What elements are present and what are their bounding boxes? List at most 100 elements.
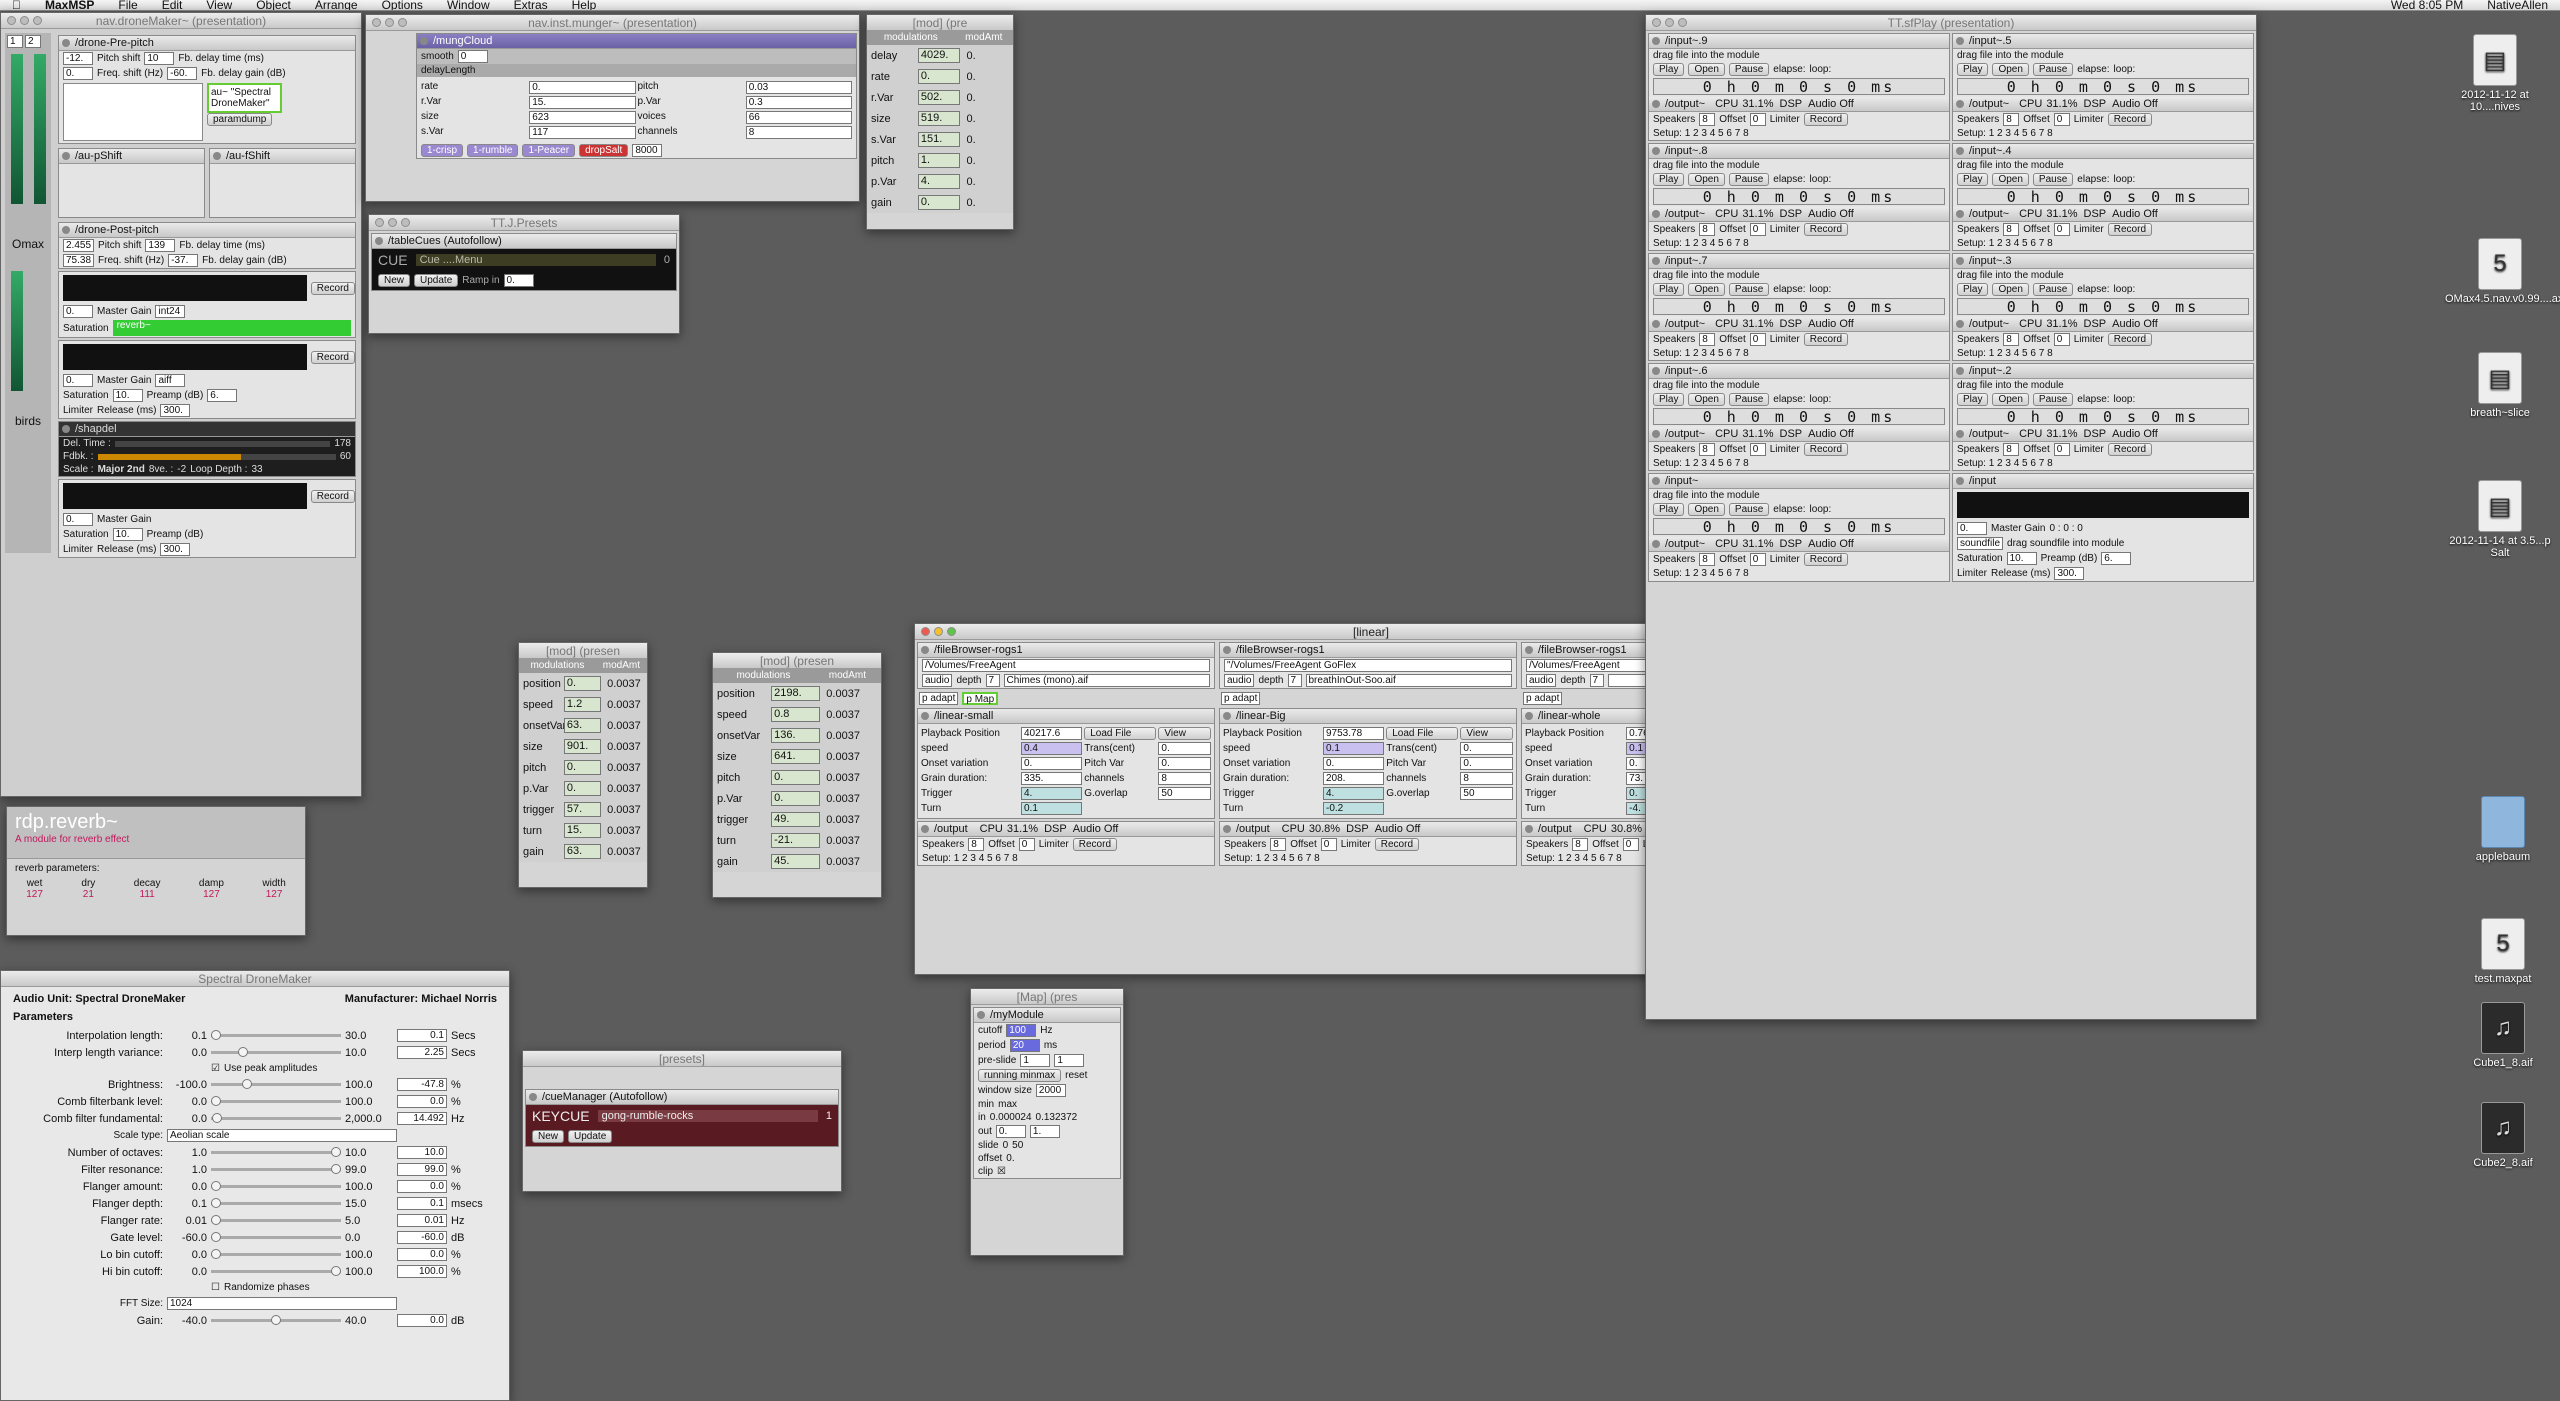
p-map-object[interactable]: p Map bbox=[962, 692, 999, 705]
fb-delay-input[interactable]: 139 bbox=[145, 239, 176, 252]
dsp-button[interactable]: DSP bbox=[1780, 538, 1803, 550]
speakers-input[interactable]: 8 bbox=[968, 838, 985, 851]
use-peak-checkbox[interactable]: ☑ bbox=[211, 1063, 220, 1074]
modulation-value[interactable]: 4. bbox=[917, 174, 961, 189]
modulation-value[interactable]: 0. bbox=[563, 760, 602, 775]
record-button[interactable]: Record bbox=[1374, 838, 1420, 851]
module-header[interactable]: /input~.8 bbox=[1649, 144, 1949, 159]
param-value[interactable]: -47.8 bbox=[397, 1078, 447, 1091]
pause-button[interactable]: Pause bbox=[1728, 283, 1770, 296]
offset-input[interactable]: 0 bbox=[1749, 553, 1766, 566]
module-header[interactable]: /au-fShift bbox=[210, 149, 355, 164]
modulation-value[interactable]: 15. bbox=[563, 823, 602, 838]
module-header[interactable]: /myModule bbox=[974, 1008, 1120, 1023]
play-button[interactable]: Play bbox=[1653, 503, 1685, 516]
module-header[interactable]: /mungCloud bbox=[417, 34, 856, 49]
zoom-window-button[interactable] bbox=[398, 18, 407, 27]
open-button[interactable]: Open bbox=[1992, 63, 2029, 76]
reverb-module[interactable]: reverb~ bbox=[112, 320, 351, 336]
width-dial[interactable]: width 127 bbox=[262, 878, 285, 900]
paramdump-button[interactable]: paramdump bbox=[207, 113, 273, 126]
offset-input[interactable]: 0 bbox=[1018, 838, 1035, 851]
record-button[interactable]: Record bbox=[310, 489, 355, 503]
channels-input[interactable]: 8 bbox=[1460, 772, 1513, 785]
out-min-input[interactable]: 0. bbox=[995, 1125, 1026, 1138]
preamp-input[interactable]: 6. bbox=[2101, 552, 2132, 565]
param-slider[interactable] bbox=[211, 1198, 341, 1208]
format-select[interactable]: aiff bbox=[155, 374, 186, 387]
dsp-button[interactable]: DSP bbox=[1780, 318, 1803, 330]
speakers-input[interactable]: 8 bbox=[2003, 443, 2020, 456]
modulation-amount[interactable]: 0.0037 bbox=[601, 720, 647, 732]
autofollow-toggle[interactable]: (Autofollow) bbox=[444, 235, 502, 247]
saturation-input[interactable]: 10. bbox=[2006, 552, 2037, 565]
output-header[interactable]: /output~ CPU 31.1% DSP Audio Off bbox=[1649, 427, 1949, 442]
gain-input[interactable]: 0. bbox=[63, 513, 93, 526]
dsp-button[interactable]: DSP bbox=[2084, 208, 2107, 220]
param-slider[interactable] bbox=[211, 1113, 341, 1123]
param-value[interactable]: 0.1 bbox=[397, 1197, 447, 1210]
offset-input[interactable]: 0 bbox=[1320, 838, 1337, 851]
view-button[interactable]: View bbox=[1158, 727, 1211, 740]
slider-thumb[interactable] bbox=[331, 1266, 341, 1276]
pitch-var-input[interactable]: 0. bbox=[1158, 757, 1211, 770]
rvar-input[interactable]: 15. bbox=[529, 96, 636, 109]
pause-button[interactable]: Pause bbox=[1728, 173, 1770, 186]
modulation-amount[interactable]: 0. bbox=[960, 134, 1013, 146]
pitch-input[interactable]: 0.03 bbox=[745, 81, 852, 94]
fb-gain-input[interactable]: -60. bbox=[167, 67, 198, 80]
minimize-window-button[interactable] bbox=[1665, 18, 1674, 27]
pause-button[interactable]: Pause bbox=[1728, 63, 1770, 76]
audio-off-button[interactable]: Audio Off bbox=[2112, 208, 2158, 220]
modulation-amount[interactable]: 0.0037 bbox=[820, 709, 881, 721]
close-window-button[interactable] bbox=[372, 18, 381, 27]
module-header[interactable]: /linear-Big bbox=[1220, 709, 1516, 724]
modulation-value[interactable]: 151. bbox=[917, 132, 961, 147]
load-file-button[interactable]: Load File bbox=[1084, 727, 1157, 740]
param-value[interactable]: 100.0 bbox=[397, 1265, 447, 1278]
setup-channels[interactable]: Setup: 1 2 3 4 5 6 7 8 bbox=[1953, 347, 2253, 360]
freq-shift-input[interactable]: 0. bbox=[63, 67, 93, 80]
param-value[interactable]: -60.0 bbox=[397, 1231, 447, 1244]
close-window-button[interactable] bbox=[375, 218, 384, 227]
saturation-input[interactable]: 10. bbox=[112, 389, 143, 402]
window-titlebar[interactable]: nav.inst.munger~ (presentation) bbox=[366, 15, 859, 31]
play-button[interactable]: Play bbox=[1957, 173, 1989, 186]
smooth-input[interactable]: 0 bbox=[457, 50, 488, 63]
menu-app-name[interactable]: MaxMSP bbox=[33, 0, 106, 10]
window-titlebar[interactable]: [mod] (pre bbox=[867, 15, 1013, 31]
p-adapt-object[interactable]: p adapt bbox=[919, 692, 959, 705]
setup-channels[interactable]: Setup: 1 2 3 4 5 6 7 8 bbox=[918, 852, 1214, 865]
speakers-input[interactable]: 8 bbox=[2003, 113, 2020, 126]
format-select[interactable]: int24 bbox=[155, 305, 186, 318]
trigger-input[interactable]: 4. bbox=[1021, 787, 1083, 800]
ramp-input[interactable]: 0. bbox=[503, 274, 534, 287]
param-slider[interactable] bbox=[211, 1215, 341, 1225]
param-value[interactable]: 0.01 bbox=[397, 1214, 447, 1227]
pitch-shift-input[interactable]: -12. bbox=[63, 52, 93, 65]
menu-object[interactable]: Object bbox=[244, 0, 303, 10]
trans-input[interactable]: 0. bbox=[1460, 742, 1513, 755]
modulation-value[interactable]: 45. bbox=[771, 854, 821, 869]
dsp-button[interactable]: DSP bbox=[1044, 823, 1067, 835]
output-header[interactable]: /output~ CPU 31.1% DSP Audio Off bbox=[1953, 427, 2253, 442]
param-slider[interactable] bbox=[211, 1164, 341, 1174]
module-header[interactable]: /input~.9 bbox=[1649, 34, 1949, 49]
modulation-amount[interactable]: 0.0037 bbox=[820, 856, 881, 868]
modulation-amount[interactable]: 0. bbox=[960, 71, 1013, 83]
audio-off-button[interactable]: Audio Off bbox=[1808, 318, 1854, 330]
setup-channels[interactable]: Setup: 1 2 3 4 5 6 7 8 bbox=[1649, 347, 1949, 360]
del-time-slider[interactable] bbox=[114, 440, 331, 447]
desktop-icon[interactable]: 5 test.maxpat bbox=[2448, 918, 2558, 985]
preslide-b-input[interactable]: 1 bbox=[1054, 1054, 1085, 1067]
audio-off-button[interactable]: Audio Off bbox=[2112, 98, 2158, 110]
menu-extras[interactable]: Extras bbox=[502, 0, 560, 10]
param-value[interactable]: 99.0 bbox=[397, 1163, 447, 1176]
modulation-amount[interactable]: 0.0037 bbox=[601, 678, 647, 690]
slider-thumb[interactable] bbox=[211, 1181, 221, 1191]
offset-input[interactable]: 0 bbox=[2053, 443, 2070, 456]
saturation-checkbox[interactable]: Saturation bbox=[63, 390, 109, 401]
module-header[interactable]: /shapdel bbox=[59, 422, 355, 437]
overlap-input[interactable]: 50 bbox=[1460, 787, 1513, 800]
record-button[interactable]: Record bbox=[2107, 113, 2153, 126]
